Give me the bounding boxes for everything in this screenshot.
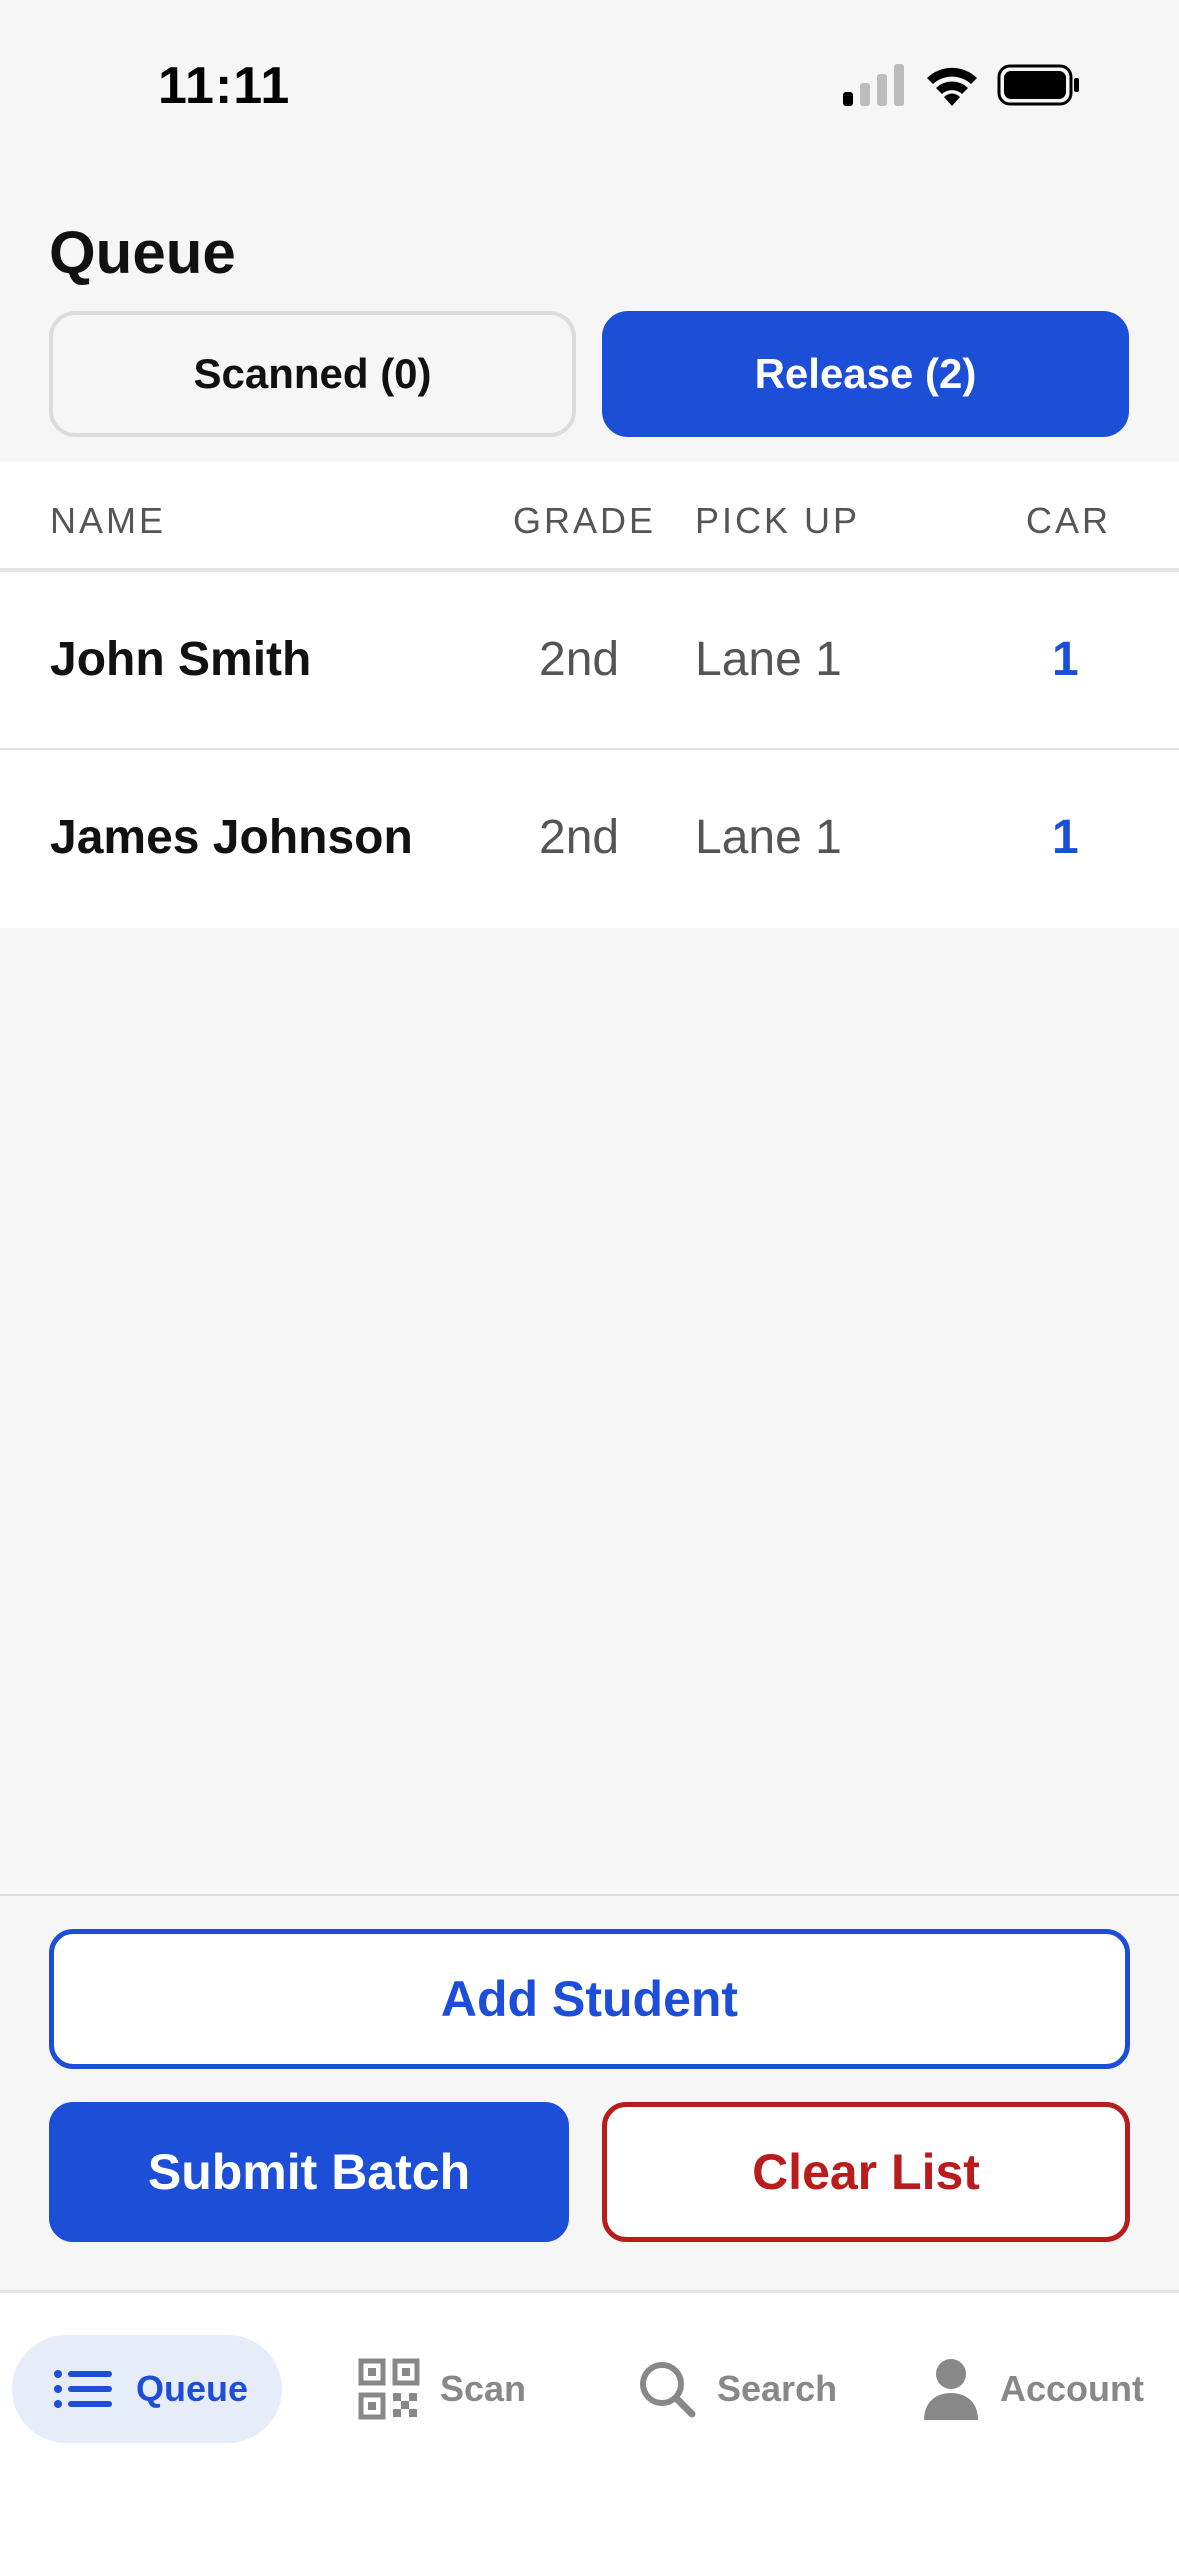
action-panel: Add Student Submit Batch Clear List	[0, 1894, 1179, 2290]
column-header-pickup: PICK UP	[695, 500, 861, 541]
search-icon	[640, 2362, 696, 2418]
add-student-button[interactable]: Add Student	[49, 1929, 1130, 2069]
scanned-tab-button[interactable]: Scanned (0)	[49, 311, 576, 437]
page-title: Queue	[49, 219, 236, 286]
student-car: 1	[1052, 811, 1079, 864]
table-row[interactable]: John Smith 2nd Lane 1 1	[0, 572, 1179, 750]
student-name: John Smith	[50, 633, 312, 686]
submit-batch-button[interactable]: Submit Batch	[49, 2102, 569, 2242]
tab-search[interactable]: Search	[637, 2335, 837, 2443]
list-icon	[54, 2370, 112, 2408]
student-grade: 2nd	[539, 811, 620, 864]
student-pickup: Lane 1	[695, 811, 842, 864]
release-tab-button[interactable]: Release (2)	[602, 311, 1129, 437]
battery-icon	[997, 64, 1079, 106]
student-name: James Johnson	[50, 811, 413, 864]
tab-label: Scan	[440, 2368, 527, 2409]
tab-account[interactable]: Account	[922, 2335, 1144, 2443]
cellular-signal-icon	[843, 64, 904, 106]
person-icon	[924, 2359, 978, 2420]
student-queue-table: NAME GRADE PICK UP CAR John Smith 2nd La…	[0, 462, 1179, 928]
status-time: 11:11	[158, 57, 291, 115]
wifi-icon	[927, 67, 977, 106]
table-header: NAME GRADE PICK UP CAR	[0, 462, 1179, 572]
qr-code-icon	[358, 2358, 420, 2420]
bottom-tab-bar: Queue Scan Search Account	[0, 2290, 1179, 2556]
column-header-car: CAR	[1026, 500, 1112, 541]
tab-label: Search	[717, 2368, 838, 2409]
tab-label: Account	[1000, 2368, 1144, 2409]
student-car: 1	[1052, 633, 1079, 686]
student-pickup: Lane 1	[695, 633, 842, 686]
column-header-name: NAME	[50, 500, 167, 541]
status-bar: 11:11	[0, 0, 1179, 170]
queue-screen: 11:11 Queue Scanned (0) Release (2) NAME…	[0, 0, 1179, 2556]
tab-queue[interactable]: Queue	[12, 2335, 282, 2443]
student-grade: 2nd	[539, 633, 620, 686]
table-row[interactable]: James Johnson 2nd Lane 1 1	[0, 750, 1179, 928]
clear-list-button[interactable]: Clear List	[602, 2102, 1130, 2242]
column-header-grade: GRADE	[513, 500, 657, 541]
tab-scan[interactable]: Scan	[358, 2335, 526, 2443]
tab-label: Queue	[136, 2368, 249, 2409]
